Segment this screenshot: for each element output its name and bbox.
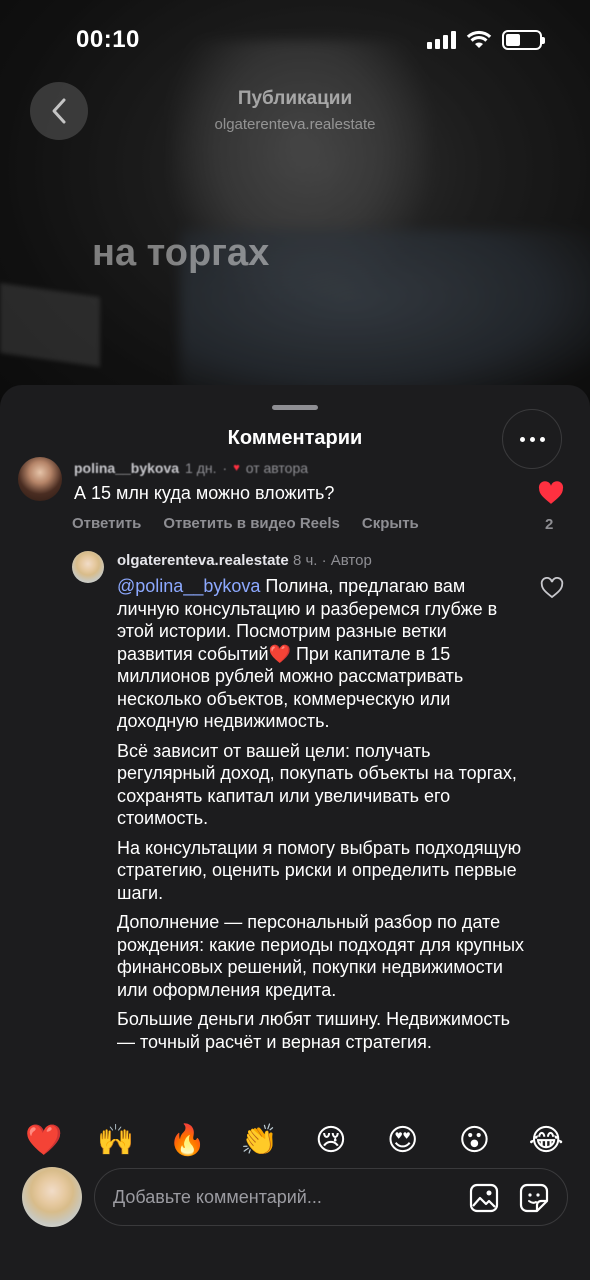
separator-dot: · [222, 460, 228, 476]
sticker-icon [519, 1183, 549, 1213]
emoji-clap-button[interactable]: 👏 [234, 1123, 284, 1158]
comment-composer: Добавьте комментарий... [0, 1163, 590, 1243]
liked-by-author-label: от автора [245, 460, 309, 476]
comments-sheet: Комментарии polina__bykova 1 дн. · ♥ от … [0, 385, 590, 1280]
reply-meta: 8 ч. · Автор [292, 552, 372, 569]
reply-paragraph-1: @polina__bykova Полина, предлагаю вам ли… [117, 576, 498, 731]
scroll-fade [0, 1075, 590, 1105]
comment-age: 1 дн. [185, 460, 217, 476]
image-icon [469, 1183, 499, 1213]
comment-placeholder: Добавьте комментарий... [113, 1186, 322, 1207]
comment-username[interactable]: polina__bykova [74, 460, 179, 476]
reply-in-reels-button[interactable]: Ответить в видео Reels [163, 515, 340, 532]
more-options-button[interactable] [502, 409, 562, 469]
reply-paragraph-3: На консультации я помогу выбрать подходя… [117, 837, 522, 903]
video-caption-overlay: на торгах [92, 232, 270, 274]
add-image-button[interactable] [467, 1181, 501, 1215]
reply-paragraph-2: Всё зависит от вашей цели: получать регу… [117, 740, 517, 829]
emoji-heart-eyes-button[interactable]: 😍 [378, 1123, 428, 1158]
my-avatar [22, 1167, 82, 1227]
reply-button[interactable]: Ответить [72, 515, 141, 532]
page-subtitle: olgaterenteva.realestate [214, 116, 376, 133]
battery-icon [502, 30, 545, 50]
reply-paragraph-4: Дополнение — персональный разбор по дате… [117, 912, 525, 1000]
comment-header: polina__bykova 1 дн. · ♥ от автора [74, 460, 308, 476]
emoji-laugh-button[interactable]: 😂 [521, 1123, 571, 1158]
page-header: Публикации olgaterenteva.realestate [0, 88, 590, 133]
dot-icon [539, 436, 545, 442]
emoji-surprised-button[interactable]: 😮 [449, 1123, 499, 1158]
dot-icon [519, 436, 525, 442]
heart-outline-icon[interactable] [540, 577, 564, 599]
status-icons [427, 30, 545, 50]
hide-button[interactable]: Скрыть [362, 515, 419, 532]
emoji-reaction-bar: ❤️ 🙌 🔥 👏 😢 😍 😮 😂 [0, 1110, 590, 1170]
emoji-fire-button[interactable]: 🔥 [162, 1123, 212, 1158]
author-avatar[interactable] [72, 551, 104, 583]
reply-header: olgaterenteva.realestate 8 ч. · Автор [117, 552, 372, 569]
emoji-raised-hands-button[interactable]: 🙌 [91, 1123, 141, 1158]
comment-actions: Ответить Ответить в видео Reels Скрыть [72, 515, 419, 532]
comment-text: А 15 млн куда можно вложить? [74, 483, 335, 503]
status-bar: 00:10 [0, 0, 590, 80]
comment-input[interactable]: Добавьте комментарий... [94, 1168, 568, 1226]
sheet-grabber[interactable] [272, 405, 318, 410]
like-count: 2 [545, 516, 554, 533]
page-title: Публикации [237, 88, 353, 109]
heart-emoji: ❤️ [268, 643, 291, 664]
emoji-heart-button[interactable]: ❤️ [19, 1123, 69, 1158]
commenter-avatar[interactable] [18, 457, 62, 501]
cellular-signal-icon [427, 31, 456, 49]
add-sticker-button[interactable] [517, 1181, 551, 1215]
reply-text: @polina__bykova Полина, предлагаю вам ли… [117, 575, 527, 1095]
wifi-icon [466, 30, 492, 48]
heart-icon: ♥ [233, 462, 240, 474]
reply-paragraph-5: Большие деньги любят тишину. Недвижимост… [117, 1009, 510, 1052]
dot-icon [529, 436, 535, 442]
heart-filled-icon[interactable] [538, 481, 564, 505]
status-time: 00:10 [76, 26, 140, 53]
emoji-cry-button[interactable]: 😢 [306, 1123, 356, 1158]
reply-username[interactable]: olgaterenteva.realestate [117, 552, 289, 569]
mention-link[interactable]: @polina__bykova [117, 576, 260, 596]
